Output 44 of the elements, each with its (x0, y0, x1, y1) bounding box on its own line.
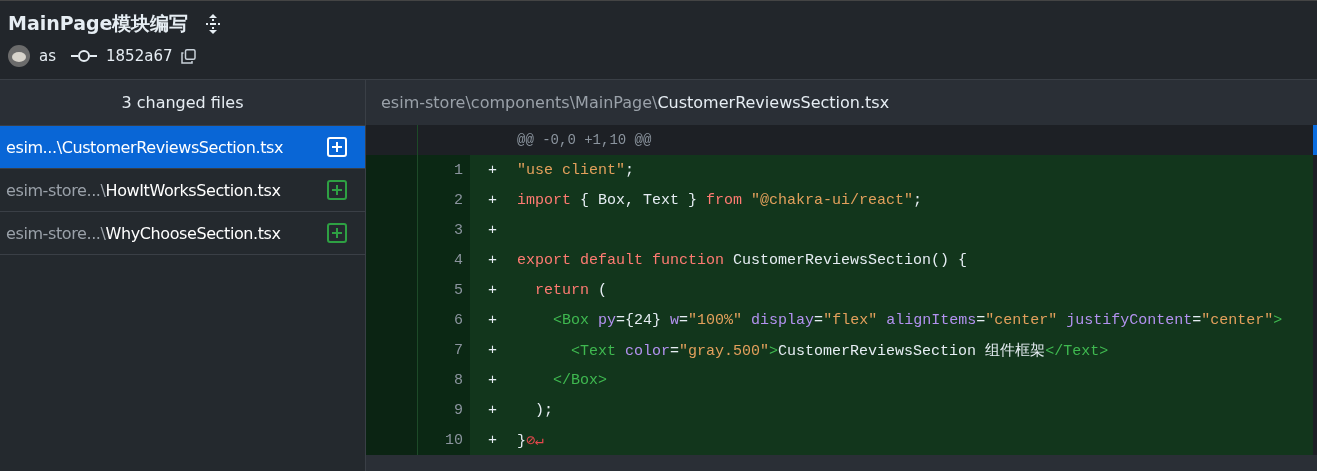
added-sign: + (487, 401, 498, 419)
added-sign: + (487, 311, 498, 329)
added-sign: + (487, 161, 498, 179)
author-name: as (39, 47, 56, 65)
added-sign: + (487, 431, 498, 449)
code-line: ); (534, 401, 553, 419)
added-file-icon (327, 180, 347, 200)
line-number: 2 (454, 191, 463, 209)
file-item[interactable]: esim...\CustomerReviewsSection.tsx (0, 126, 365, 169)
added-sign: + (487, 191, 498, 209)
added-sign: + (487, 371, 498, 389)
code-line: return ( (534, 281, 608, 299)
line-number: 10 (445, 431, 463, 449)
line-number: 8 (454, 371, 463, 389)
line-number: 4 (454, 251, 463, 269)
added-file-icon (327, 137, 347, 157)
line-number: 5 (454, 281, 463, 299)
added-sign: + (487, 281, 498, 299)
hunk-text: @@ -0,0 +1,10 @@ (516, 131, 653, 150)
added-sign: + (487, 341, 498, 359)
added-sign: + (487, 221, 498, 239)
file-item[interactable]: esim-store...\WhyChooseSection.tsx (0, 212, 365, 255)
line-number: 1 (454, 161, 463, 179)
copy-icon[interactable] (181, 48, 197, 64)
code-line: </Box> (552, 371, 607, 389)
code-line: <Text color="gray.500">CustomerReviewsSection 组件框架</Text> (570, 341, 1109, 360)
line-number: 6 (454, 311, 463, 329)
commit-title: MainPage模块编写 (8, 11, 189, 36)
code-line: <Box py={24} w="100%" display="flex" alignItems="center" justifyContent="center"> (552, 311, 1283, 329)
line-number: 7 (454, 341, 463, 359)
avatar-icon (8, 45, 30, 67)
code-line: export default function CustomerReviewsSection() { (517, 251, 968, 269)
changed-files-count: 3 changed files (121, 93, 244, 112)
code-line: "use client"; (517, 161, 635, 179)
line-number: 3 (454, 221, 463, 239)
commit-hash: 1852a67 (106, 47, 173, 65)
file-path: esim-store\components\MainPage\CustomerReviewsSection.tsx (381, 93, 890, 112)
line-number: 9 (454, 401, 463, 419)
file-item[interactable]: esim-store...\HowItWorksSection.tsx (0, 169, 365, 212)
added-file-icon (327, 223, 347, 243)
commit-icon (71, 50, 97, 62)
code-line: import { Box, Text } from "@chakra-ui/react"; (517, 191, 923, 209)
added-sign: + (487, 251, 498, 269)
code-line: }⊘↵ (517, 431, 545, 450)
